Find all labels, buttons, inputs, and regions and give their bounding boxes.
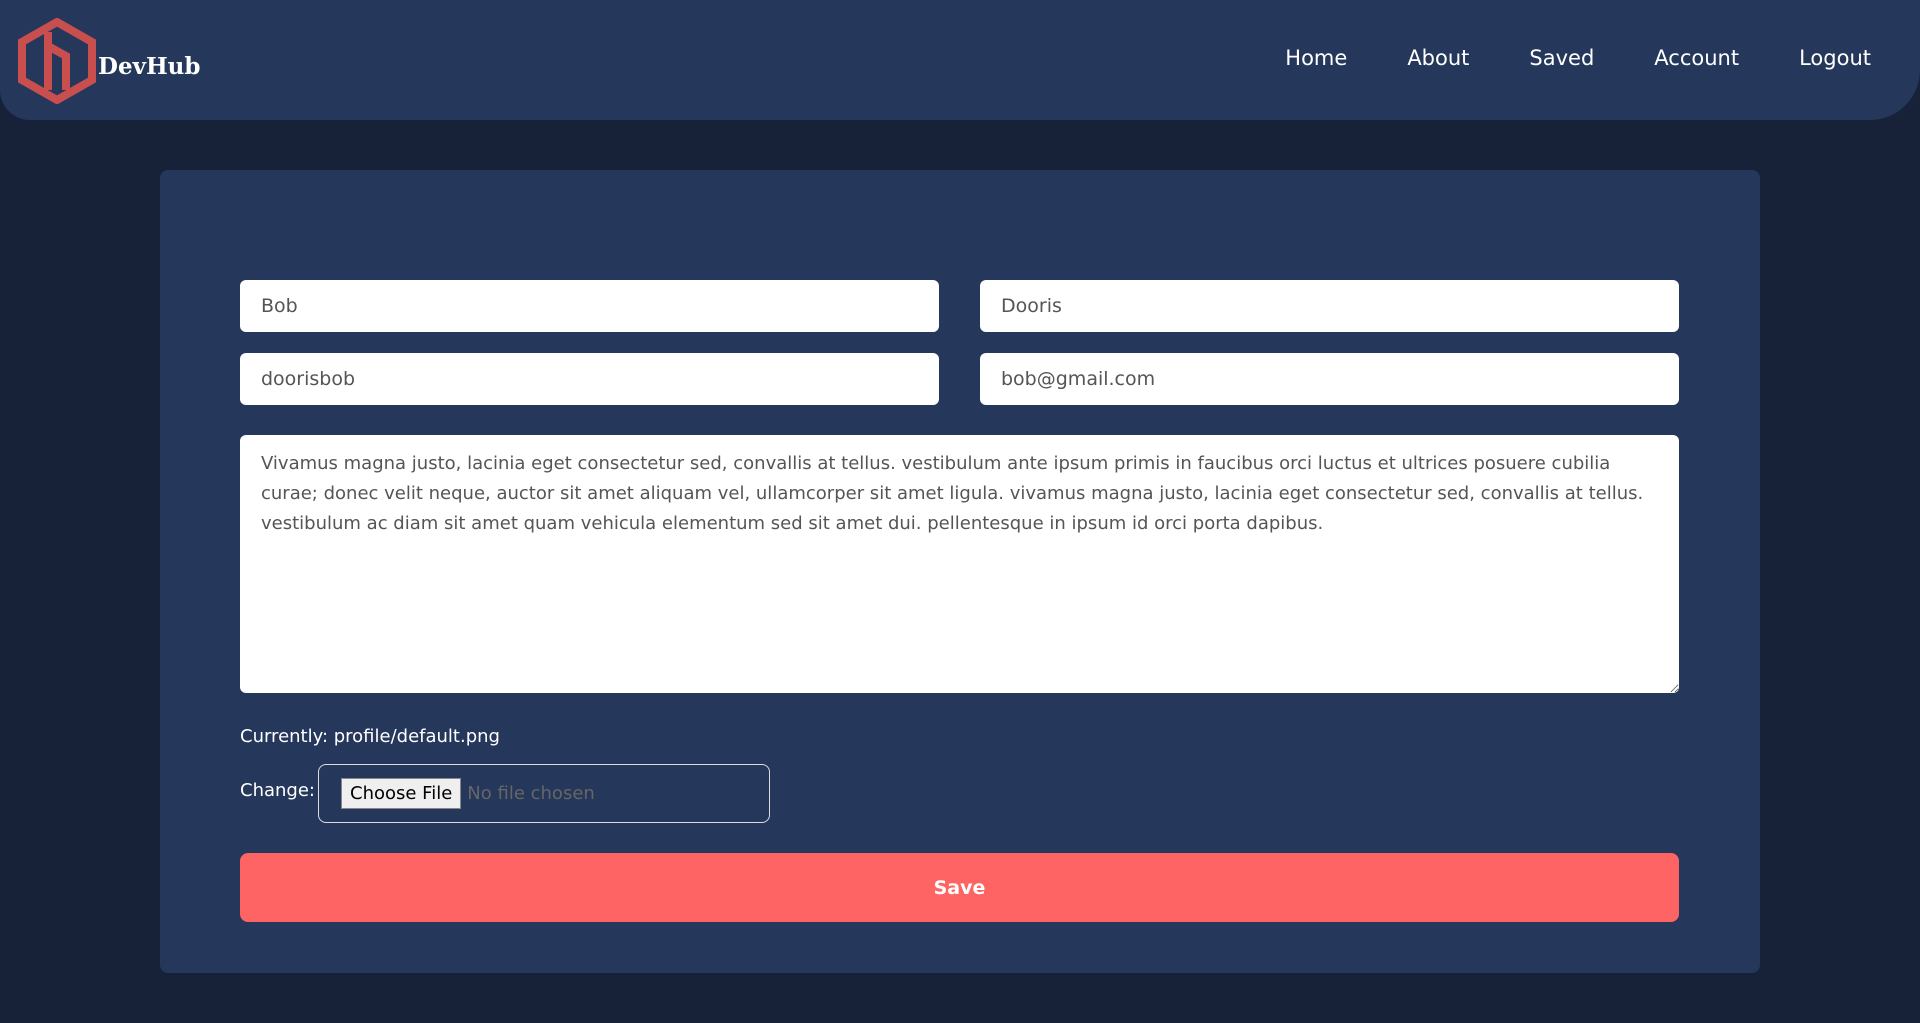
main-nav: Home About Saved Account Logout [1225,46,1871,70]
file-input[interactable]: Choose File No file chosen [318,764,770,823]
username-input[interactable] [240,353,939,405]
change-image-label: Change: [240,780,315,801]
save-button[interactable]: Save [240,853,1679,922]
email-input[interactable] [980,353,1679,405]
nav-saved[interactable]: Saved [1529,46,1594,70]
top-navbar: DevHub Home About Saved Account Logout [0,0,1920,120]
current-image-label: Currently: profile/default.png [240,726,500,747]
nav-about[interactable]: About [1407,46,1469,70]
nav-account[interactable]: Account [1654,46,1739,70]
devhub-logo-icon [18,18,96,104]
choose-file-button[interactable]: Choose File [341,778,462,809]
nav-logout[interactable]: Logout [1799,46,1871,70]
bio-textarea[interactable]: Vivamus magna justo, lacinia eget consec… [240,435,1679,693]
nav-home[interactable]: Home [1285,46,1347,70]
file-status: No file chosen [467,783,595,804]
brand-name: DevHub [98,52,201,80]
first-name-input[interactable] [240,280,939,332]
brand-logo[interactable]: DevHub [18,18,200,104]
last-name-input[interactable] [980,280,1679,332]
